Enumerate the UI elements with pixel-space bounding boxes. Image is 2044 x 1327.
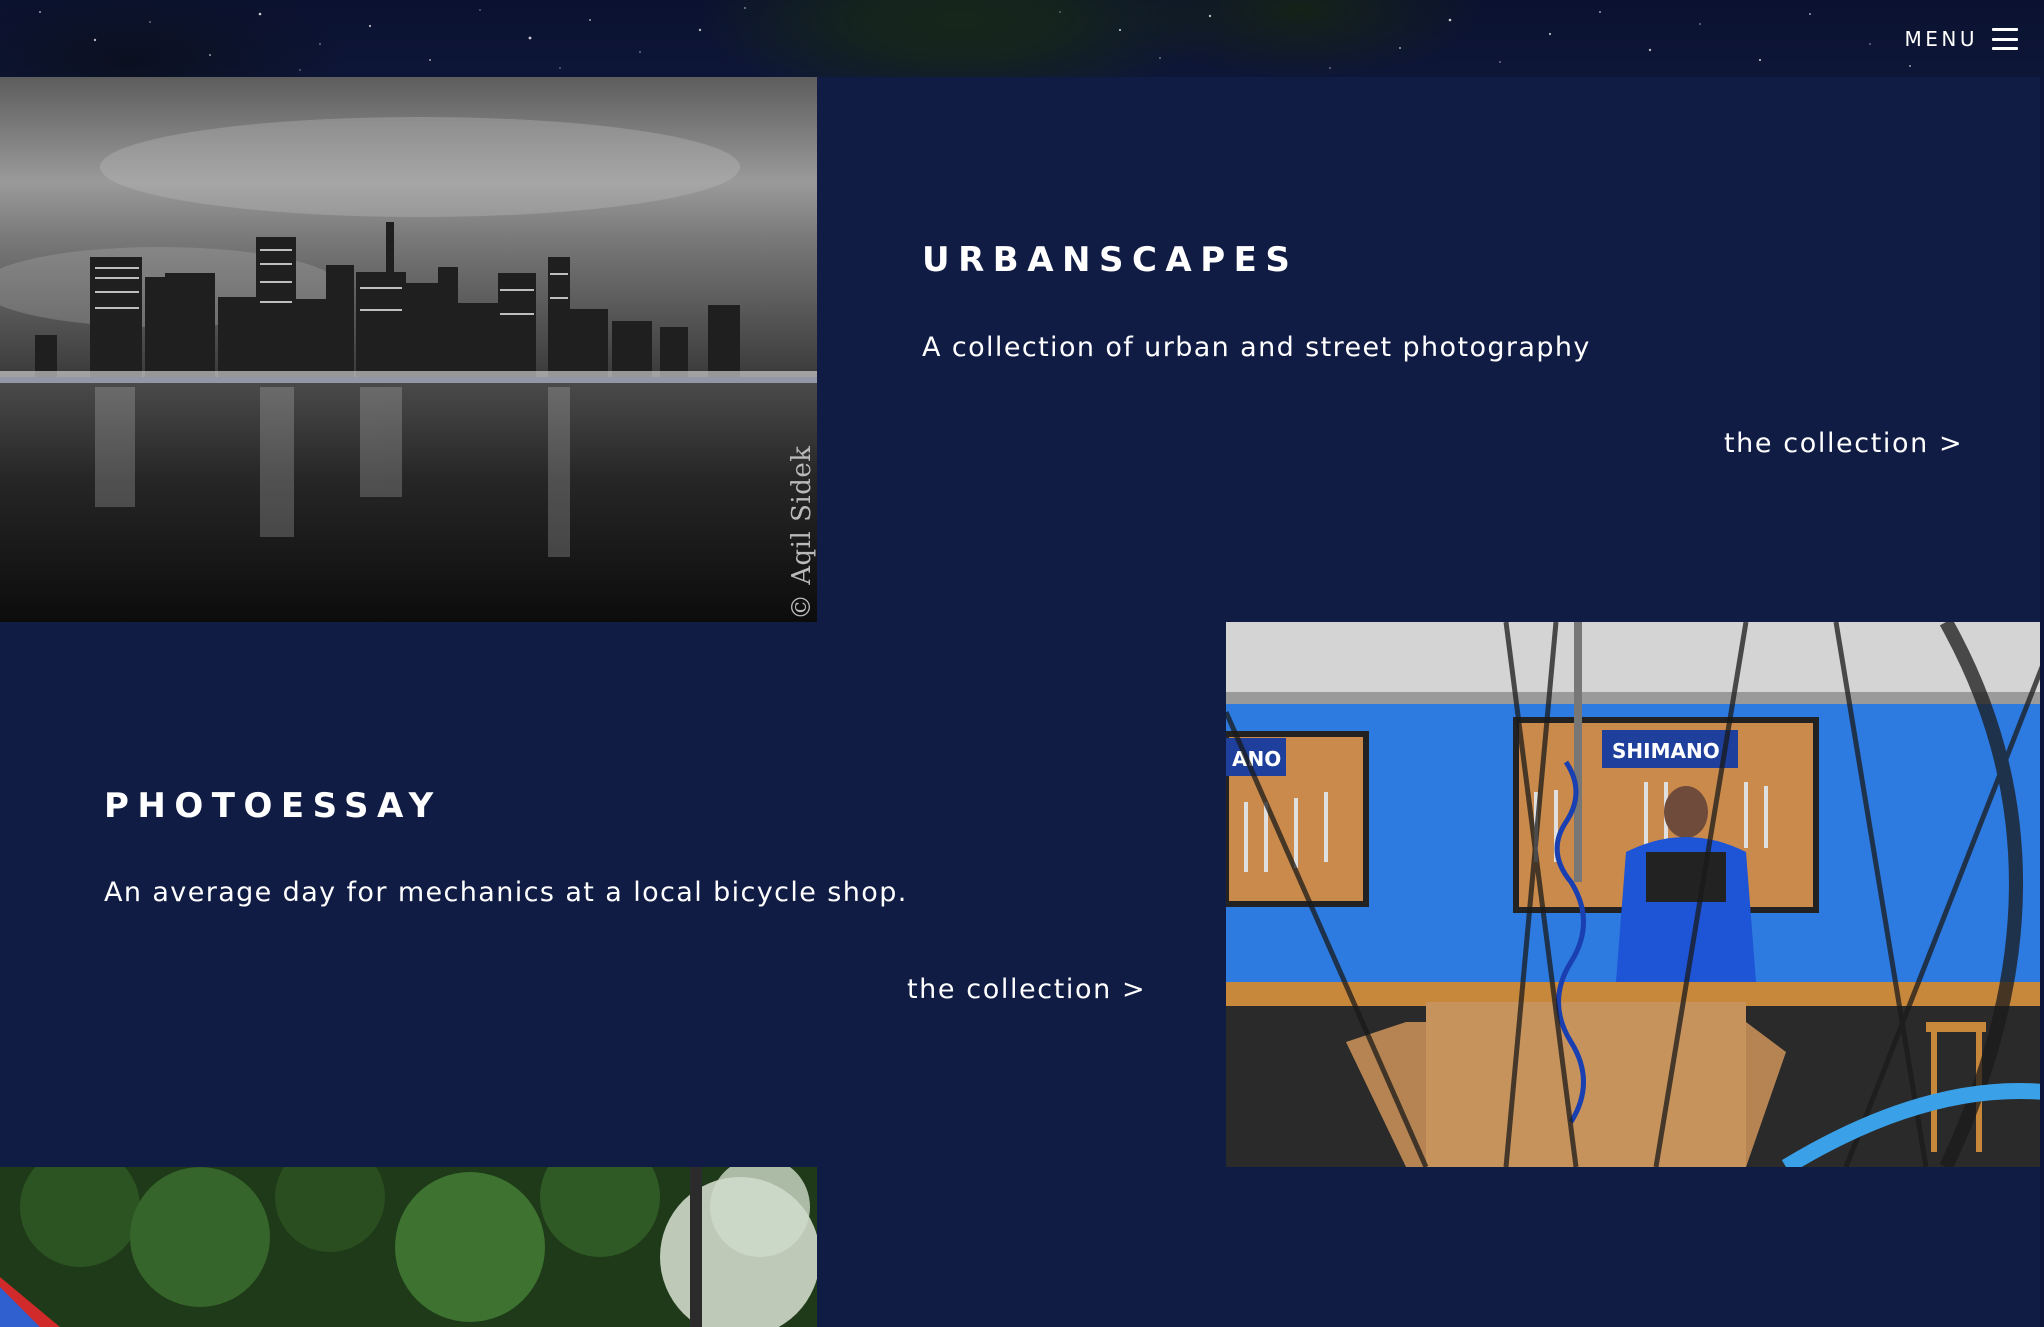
- header-bar: MENU: [0, 0, 2044, 77]
- foliage-image: [0, 1167, 817, 1327]
- menu-label: MENU: [1904, 27, 1978, 51]
- skyline-image: [0, 77, 817, 622]
- urbanscapes-title: URBANSCAPES: [922, 240, 1299, 280]
- menu-button[interactable]: MENU: [1904, 24, 2018, 54]
- photo-watermark: © Aqil Sidek: [787, 445, 817, 621]
- photoessay-collection-link[interactable]: the collection >: [907, 974, 1146, 1005]
- photoessay-title: PHOTOESSAY: [104, 786, 442, 826]
- hamburger-icon: [1992, 28, 2018, 50]
- sign-left-text: ANO: [1232, 747, 1281, 771]
- sign-main-text: SHIMANO: [1612, 739, 1720, 763]
- bicycle-shop-image: ANO SHIMANO: [1226, 622, 2044, 1167]
- starry-sky-background: [39, 7, 1911, 71]
- page: MENU © Aqil Sidek URBANSCAPES A collecti…: [0, 0, 2044, 1327]
- right-edge-strip: [2040, 77, 2044, 1327]
- third-collection-photo[interactable]: [0, 1167, 817, 1327]
- urbanscapes-photo[interactable]: [0, 77, 817, 622]
- photoessay-description: An average day for mechanics at a local …: [104, 877, 908, 908]
- urbanscapes-collection-link[interactable]: the collection >: [1724, 428, 1963, 459]
- urbanscapes-description: A collection of urban and street photogr…: [922, 332, 1591, 363]
- photoessay-photo[interactable]: ANO SHIMANO: [1226, 622, 2044, 1167]
